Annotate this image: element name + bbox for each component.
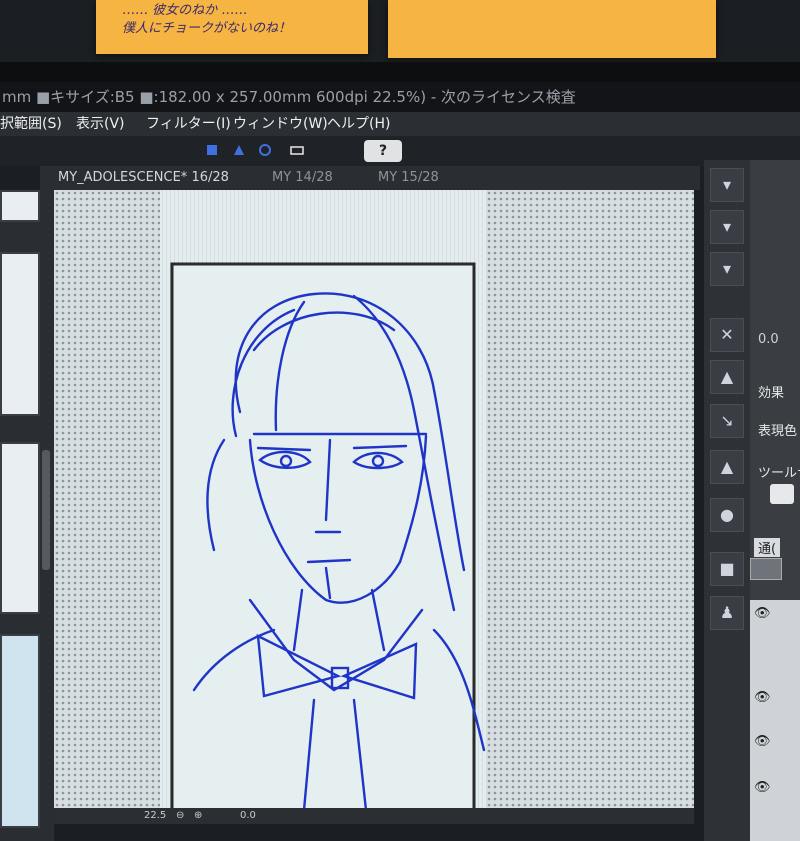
flip-icon[interactable] <box>232 143 246 157</box>
help-icon[interactable]: ? <box>364 140 402 162</box>
menu-item-help[interactable]: ヘルプ(H) <box>327 112 390 136</box>
sticky-note-right <box>388 0 716 58</box>
page-thumbnail[interactable] <box>0 634 40 828</box>
toolbar: ? <box>0 136 800 166</box>
right-tool-column: ▾ ▾ ▾ ✕ ▲ ↘ ▲ ● ■ ♟ <box>704 160 750 841</box>
transform-icon[interactable]: ✕ <box>710 318 744 352</box>
eye-icon[interactable]: 👁 <box>754 780 771 795</box>
sticky-note-left: …… 彼女のねか …… 僕人にチョークがないのね！ <box>96 0 368 54</box>
layer-list <box>750 600 800 841</box>
eye-icon[interactable]: 👁 <box>754 606 771 621</box>
canvas-artwork <box>54 190 694 810</box>
layer-icon[interactable] <box>770 484 794 504</box>
menu-item-view[interactable]: 表示(V) <box>76 112 125 136</box>
brush-icon[interactable] <box>205 143 219 157</box>
window-title: mm ■キサイズ:B5 ■:182.00 x 257.00mm 600dpi 2… <box>2 88 576 106</box>
menu-bar: 択範囲(S) 表示(V) フィルター(I) ウィンドウ(W) ヘルプ(H) <box>0 112 800 136</box>
folder-person-icon[interactable]: ♟ <box>710 596 744 630</box>
panel-icon[interactable]: ▾ <box>710 168 744 202</box>
sticky-note-text: …… 彼女のねか …… 僕人にチョークがないのね！ <box>122 3 292 36</box>
tab-my-adolescence-16[interactable]: MY_ADOLESCENCE* 16/28 <box>58 166 229 190</box>
folder-record-icon[interactable]: ● <box>710 498 744 532</box>
page-thumbnail[interactable] <box>0 190 40 222</box>
color-swatch[interactable] <box>750 558 782 580</box>
folder-3d-icon[interactable]: ■ <box>710 552 744 586</box>
drawing-canvas[interactable] <box>54 190 694 810</box>
tab-bar: MY_ADOLESCENCE* 16/28 MY 14/28 MY 15/28 <box>40 166 700 190</box>
page-thumbnail[interactable] <box>0 252 40 416</box>
title-bar: mm ■キサイズ:B5 ■:182.00 x 257.00mm 600dpi 2… <box>0 82 800 112</box>
zoom-value[interactable]: 22.5 <box>144 808 166 824</box>
rotate-icon[interactable] <box>258 143 272 157</box>
zoom-out-icon[interactable]: ⊖ <box>176 808 184 824</box>
menu-item-filter[interactable]: フィルター(I) <box>146 112 231 136</box>
eye-icon[interactable]: 👁 <box>754 734 771 749</box>
effect-label: 効果 <box>758 386 785 401</box>
menu-item-window[interactable]: ウィンドウ(W) <box>233 112 328 136</box>
menu-item-select[interactable]: 択範囲(S) <box>0 112 62 136</box>
monitor-bezel <box>0 62 800 82</box>
property-panel: 0.0 効果 表現色 ツールナ 通( 👁 👁 👁 👁 <box>750 160 800 841</box>
thumbnail-scrollbar[interactable] <box>42 450 50 570</box>
panel-icon[interactable]: ▾ <box>710 210 744 244</box>
blend-mode-select[interactable]: 通( <box>754 538 781 557</box>
rectangle-icon[interactable] <box>290 143 304 157</box>
page-thumbnail-strip <box>0 190 54 841</box>
panel-icon[interactable]: ▾ <box>710 252 744 286</box>
page-thumbnail[interactable] <box>0 442 40 614</box>
zoom-in-icon[interactable]: ⊕ <box>194 808 202 824</box>
expression-color-label: 表現色 <box>758 424 798 439</box>
image-layer-icon[interactable]: ▲ <box>710 360 744 394</box>
tool-label: ツールナ <box>758 466 800 481</box>
property-value[interactable]: 0.0 <box>758 332 779 347</box>
eye-icon[interactable]: 👁 <box>754 690 771 705</box>
canvas-status-bar: 22.5 ⊖ ⊕ 0.0 <box>54 808 694 824</box>
tab-my-14[interactable]: MY 14/28 <box>272 166 333 190</box>
correct-layer-icon[interactable]: ↘ <box>710 404 744 438</box>
angle-value[interactable]: 0.0 <box>240 808 256 824</box>
tab-my-15[interactable]: MY 15/28 <box>378 166 439 190</box>
folder-image-icon[interactable]: ▲ <box>710 450 744 484</box>
